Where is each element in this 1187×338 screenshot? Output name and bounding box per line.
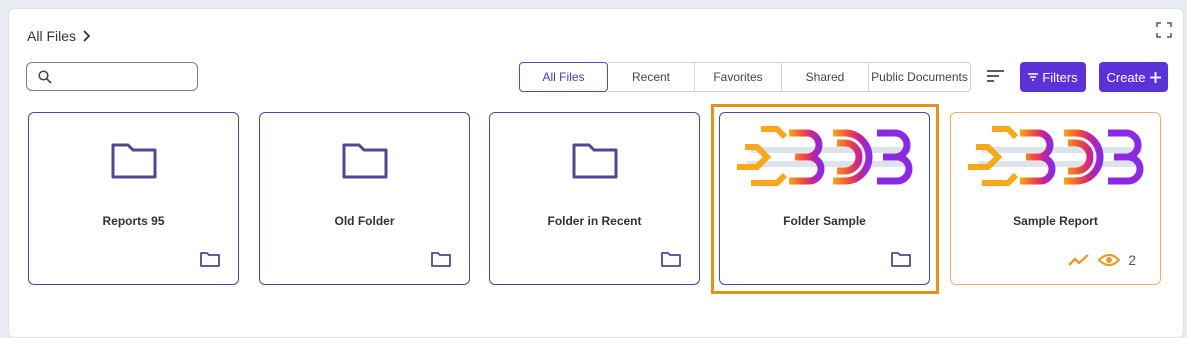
tab-recent[interactable]: Recent (608, 62, 695, 92)
item-name: Sample Report (1013, 214, 1098, 228)
item-name: Reports 95 (102, 214, 165, 228)
filter-icon (1028, 73, 1039, 81)
fullscreen-icon[interactable] (1156, 22, 1172, 38)
tab-favorites[interactable]: Favorites (695, 62, 782, 92)
folder-card-folder-sample[interactable]: Folder Sample (719, 112, 930, 285)
eye-icon (1098, 253, 1121, 267)
breadcrumb-root[interactable]: All Files (27, 28, 76, 44)
search-box[interactable] (26, 62, 198, 91)
folder-icon (342, 143, 388, 179)
search-input[interactable] (58, 65, 192, 88)
filters-button[interactable]: Filters (1020, 62, 1086, 92)
filters-label: Filters (1042, 69, 1078, 85)
report-card-sample-report[interactable]: Sample Report 2 (950, 112, 1161, 285)
search-icon (38, 69, 52, 84)
brand-logo (968, 126, 1144, 186)
trend-icon (1068, 254, 1090, 266)
brand-logo (737, 126, 913, 186)
folder-card-reports-95[interactable]: Reports 95 (28, 112, 239, 285)
folder-type-icon (431, 252, 451, 267)
tab-shared[interactable]: Shared (782, 62, 869, 92)
tab-all-files[interactable]: All Files (519, 62, 608, 92)
folder-type-icon (891, 252, 911, 267)
create-button[interactable]: Create (1099, 62, 1168, 92)
chevron-right-icon (83, 30, 91, 42)
file-tabs: All Files Recent Favorites Shared Public… (519, 62, 971, 92)
folder-type-icon (200, 252, 220, 267)
plus-icon (1149, 71, 1161, 83)
item-name: Old Folder (334, 214, 395, 228)
folder-icon (111, 143, 157, 179)
breadcrumb[interactable]: All Files (27, 28, 91, 44)
item-name: Folder in Recent (547, 214, 642, 228)
folder-card-old-folder[interactable]: Old Folder (259, 112, 470, 285)
tab-public-documents[interactable]: Public Documents (869, 62, 971, 92)
report-meta: 2 (1068, 252, 1136, 268)
folder-icon (572, 143, 618, 179)
folder-card-folder-in-recent[interactable]: Folder in Recent (489, 112, 700, 285)
item-name: Folder Sample (783, 214, 866, 228)
create-label: Create (1106, 69, 1146, 85)
sort-icon[interactable] (986, 68, 1005, 84)
folder-type-icon (661, 252, 681, 267)
view-count: 2 (1128, 252, 1136, 268)
